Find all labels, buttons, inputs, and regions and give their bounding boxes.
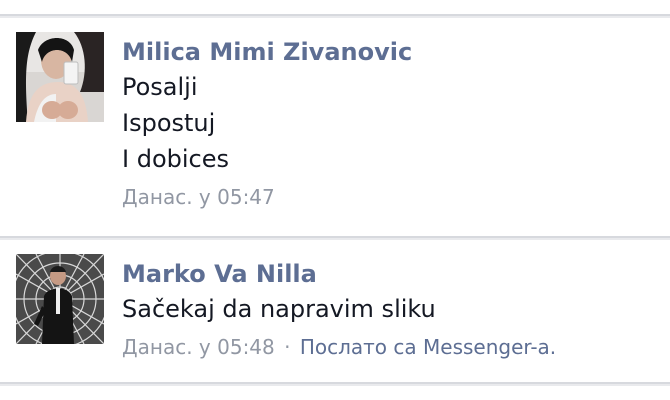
message-body: Milica Mimi Zivanovic Posalji Ispostuj I… <box>122 35 660 213</box>
message-text-line: I dobices <box>122 145 229 173</box>
message-text-line: Ispostuj <box>122 109 216 137</box>
avatar-photo-icon <box>16 254 104 344</box>
message-item: Marko Va Nilla Sačekaj da napravim sliku… <box>0 240 670 384</box>
sender-name-link[interactable]: Milica Mimi Zivanovic <box>122 35 660 69</box>
message-meta: Данас. у 05:47 <box>122 181 660 213</box>
message-text-line: Sačekaj da napravim sliku <box>122 295 436 323</box>
sender-name-link[interactable]: Marko Va Nilla <box>122 257 660 291</box>
timestamp: Данас. у 05:48 <box>122 335 275 359</box>
previous-message-edge <box>0 0 670 16</box>
avatar[interactable] <box>16 32 104 122</box>
message-item: Milica Mimi Zivanovic Posalji Ispostuj I… <box>0 18 670 238</box>
meta-separator: · <box>284 335 291 359</box>
avatar[interactable] <box>16 254 104 344</box>
next-message-edge <box>0 386 670 400</box>
message-body: Marko Va Nilla Sačekaj da napravim sliku… <box>122 257 660 363</box>
timestamp: Данас. у 05:47 <box>122 185 275 209</box>
message-meta: Данас. у 05:48 · Послато са Messenger-а. <box>122 331 660 363</box>
message-text-line: Posalji <box>122 73 198 101</box>
avatar-photo-icon <box>16 32 104 122</box>
sent-via-messenger-link[interactable]: Послато са Messenger-а. <box>300 335 556 359</box>
message-thread: Milica Mimi Zivanovic Posalji Ispostuj I… <box>0 0 670 400</box>
